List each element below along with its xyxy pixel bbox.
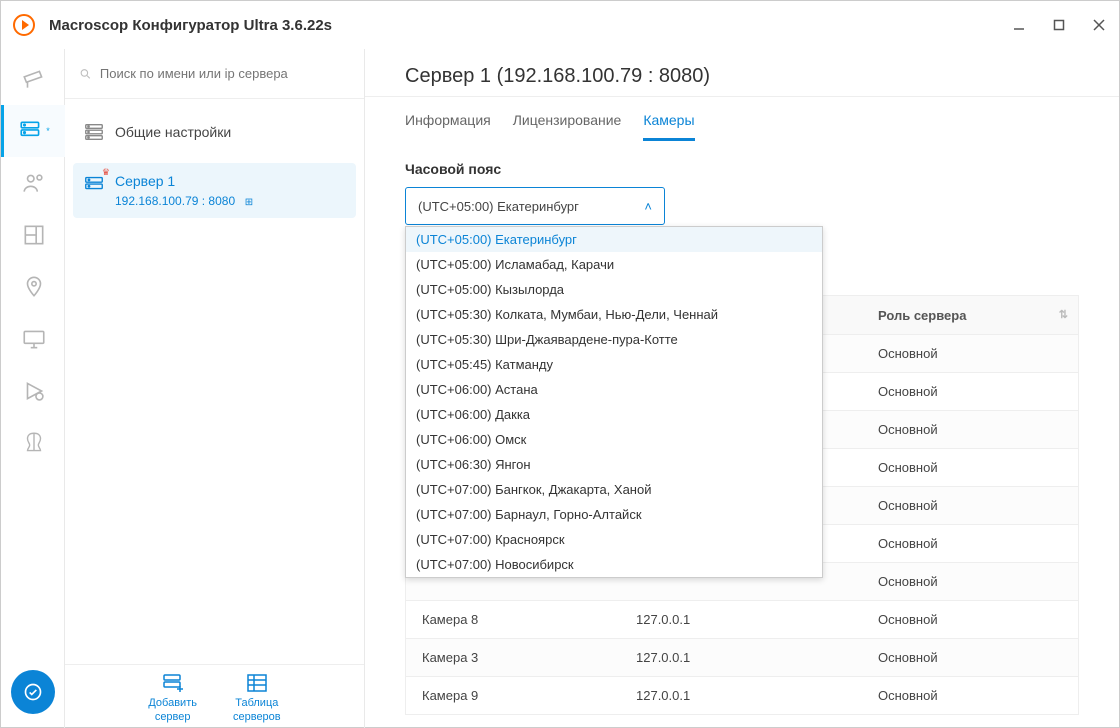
server-table-label-2: серверов — [233, 711, 281, 723]
window-maximize-button[interactable] — [1039, 1, 1079, 49]
server-address: 192.168.100.79 : 8080 — [115, 194, 235, 208]
timezone-option[interactable]: (UTC+05:30) Шри-Джаявардене-пура-Котте — [406, 327, 822, 352]
timezone-option[interactable]: (UTC+05:00) Исламабад, Карачи — [406, 252, 822, 277]
timezone-option[interactable]: (UTC+06:00) Дакка — [406, 402, 822, 427]
cell-role: Основной — [858, 612, 1078, 627]
nav-servers-icon[interactable]: * — [1, 105, 65, 157]
server-main-icon: ♛ — [83, 173, 105, 195]
timezone-label: Часовой пояс — [405, 161, 1079, 177]
timezone-option[interactable]: (UTC+05:00) Кызылорда — [406, 277, 822, 302]
crown-icon: ♛ — [102, 167, 110, 178]
nav-modified-indicator: * — [46, 126, 50, 136]
add-server-icon — [161, 671, 185, 695]
search-icon — [79, 67, 92, 81]
tree-server-item[interactable]: ♛ Сервер 1 192.168.100.79 : 8080 ⊞ — [73, 163, 356, 218]
nav-automation-icon[interactable] — [1, 365, 65, 417]
search-row — [65, 49, 364, 99]
add-server-label-2: сервер — [155, 711, 191, 723]
timezone-option[interactable]: (UTC+05:30) Колката, Мумбаи, Нью-Дели, Ч… — [406, 302, 822, 327]
tree-panel: Общие настройки ♛ Сервер 1 192.168.100.7… — [65, 49, 365, 728]
col-server-role[interactable]: Роль сервера — [878, 308, 966, 323]
app-logo-icon — [13, 14, 35, 36]
cell-ip: 127.0.0.1 — [636, 650, 858, 665]
timezone-option[interactable]: (UTC+05:00) Екатеринбург — [406, 227, 822, 252]
nav-users-icon[interactable] — [1, 157, 65, 209]
timezone-option[interactable]: (UTC+07:00) Красноярск — [406, 527, 822, 552]
timezone-option[interactable]: (UTC+07:00) Бангкок, Джакарта, Ханой — [406, 477, 822, 502]
cell-camera-name: Камера 9 — [406, 688, 636, 703]
timezone-option[interactable]: (UTC+06:30) Янгон — [406, 452, 822, 477]
servers-stack-icon — [83, 121, 105, 143]
cell-role: Основной — [858, 460, 1078, 475]
cell-role: Основной — [858, 574, 1078, 589]
cell-role: Основной — [858, 650, 1078, 665]
app-title: Macroscop Конфигуратор Ultra 3.6.22s — [49, 17, 332, 34]
nav-analytics-icon[interactable] — [1, 417, 65, 469]
server-tabs: Информация Лицензирование Камеры — [365, 97, 1119, 141]
titlebar: Macroscop Конфигуратор Ultra 3.6.22s — [1, 1, 1119, 49]
main-panel: Сервер 1 (192.168.100.79 : 8080) Информа… — [365, 49, 1119, 728]
cell-role: Основной — [858, 346, 1078, 361]
timezone-dropdown-list[interactable]: (UTC+05:00) Екатеринбург(UTC+05:00) Исла… — [405, 226, 823, 578]
timezone-option[interactable]: (UTC+06:00) Астана — [406, 377, 822, 402]
window-close-button[interactable] — [1079, 1, 1119, 49]
windows-icon: ⊞ — [245, 197, 253, 208]
timezone-option[interactable]: (UTC+07:00) Барнаул, Горно-Алтайск — [406, 502, 822, 527]
cell-role: Основной — [858, 536, 1078, 551]
window-minimize-button[interactable] — [999, 1, 1039, 49]
timezone-selected: (UTC+05:00) Екатеринбург — [418, 199, 579, 214]
cell-camera-name: Камера 8 — [406, 612, 636, 627]
cell-ip: 127.0.0.1 — [636, 688, 858, 703]
table-row[interactable]: Камера 3127.0.0.1Основной — [406, 638, 1078, 676]
tab-cameras[interactable]: Камеры — [643, 112, 694, 141]
tab-info[interactable]: Информация — [405, 112, 491, 141]
page-title: Сервер 1 (192.168.100.79 : 8080) — [365, 49, 1119, 97]
nav-plans-icon[interactable] — [1, 209, 65, 261]
chevron-up-icon: ˄ — [644, 199, 652, 214]
nav-maps-icon[interactable] — [1, 261, 65, 313]
add-server-label-1: Добавить — [148, 697, 197, 709]
table-icon — [245, 671, 269, 695]
table-row[interactable]: Камера 9127.0.0.1Основной — [406, 676, 1078, 714]
timezone-option[interactable]: (UTC+06:00) Омск — [406, 427, 822, 452]
timezone-option[interactable]: (UTC+05:45) Катманду — [406, 352, 822, 377]
timezone-option[interactable]: (UTC+07:00) Новосибирск — [406, 552, 822, 577]
cell-ip: 127.0.0.1 — [636, 612, 858, 627]
add-server-button[interactable]: Добавить сервер — [148, 671, 197, 723]
tree-general-settings[interactable]: Общие настройки — [73, 111, 356, 153]
server-table-label-1: Таблица — [235, 697, 278, 709]
apply-button[interactable] — [11, 670, 55, 714]
nav-cameras-icon[interactable] — [1, 53, 65, 105]
sort-icon[interactable]: ⇅ — [1059, 308, 1068, 321]
nav-monitors-icon[interactable] — [1, 313, 65, 365]
table-row[interactable]: Камера 8127.0.0.1Основной — [406, 600, 1078, 638]
nav-sidebar: * — [1, 49, 65, 728]
cell-camera-name: Камера 3 — [406, 650, 636, 665]
server-name: Сервер 1 — [115, 173, 253, 189]
cell-role: Основной — [858, 498, 1078, 513]
cell-role: Основной — [858, 384, 1078, 399]
cell-role: Основной — [858, 688, 1078, 703]
tree-general-label: Общие настройки — [115, 124, 231, 140]
tab-licensing[interactable]: Лицензирование — [513, 112, 622, 141]
search-input[interactable] — [100, 66, 350, 81]
timezone-dropdown[interactable]: (UTC+05:00) Екатеринбург ˄ (UTC+05:00) Е… — [405, 187, 665, 225]
cell-role: Основной — [858, 422, 1078, 437]
server-table-button[interactable]: Таблица серверов — [233, 671, 281, 723]
